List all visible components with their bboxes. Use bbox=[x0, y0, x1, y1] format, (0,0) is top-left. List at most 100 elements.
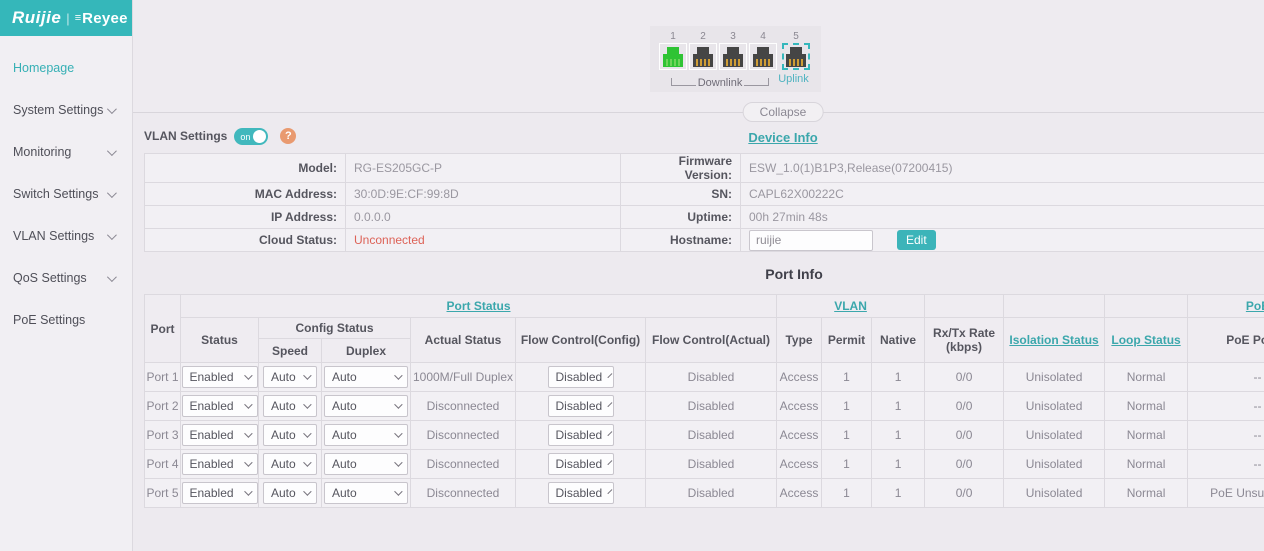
port-icons-row bbox=[659, 43, 812, 70]
sn-label: SN: bbox=[621, 183, 741, 206]
speed-select[interactable]: Auto bbox=[263, 482, 317, 504]
port-info-title-row: Port Info bbox=[144, 266, 1264, 284]
port-label: Port 2 bbox=[145, 392, 181, 421]
flow-control-actual: Disabled bbox=[646, 363, 777, 392]
hostname-input[interactable] bbox=[749, 230, 873, 251]
chevron-down-icon bbox=[608, 402, 613, 407]
vlan-link[interactable]: VLAN bbox=[834, 299, 867, 313]
poe-power: -- bbox=[1188, 450, 1264, 479]
vlan-settings-label: VLAN Settings bbox=[144, 129, 227, 143]
loop-status-link[interactable]: Loop Status bbox=[1111, 333, 1180, 347]
select-value: Disabled bbox=[556, 457, 603, 471]
speed-select[interactable]: Auto bbox=[263, 453, 317, 475]
chevron-down-icon bbox=[608, 431, 613, 436]
port-1-connected-icon[interactable] bbox=[659, 43, 687, 70]
actual-status: Disconnected bbox=[411, 392, 516, 421]
chevron-down-icon bbox=[394, 429, 402, 437]
cloud-status-label: Cloud Status: bbox=[145, 229, 346, 252]
flow-control-actual: Disabled bbox=[646, 450, 777, 479]
vlan-type: Access bbox=[777, 450, 822, 479]
poe-power: -- bbox=[1188, 363, 1264, 392]
port-number: 5 bbox=[782, 31, 810, 42]
flow-control-select[interactable]: Disabled bbox=[548, 424, 614, 446]
chevron-down-icon bbox=[303, 487, 311, 495]
status-select[interactable]: Enabled bbox=[182, 395, 258, 417]
sidebar-item-system-settings[interactable]: System Settings bbox=[0, 100, 132, 120]
flow-control-select[interactable]: Disabled bbox=[548, 453, 614, 475]
select-value: Auto bbox=[271, 486, 296, 500]
empty-header-cell bbox=[925, 295, 1004, 318]
speed-select[interactable]: Auto bbox=[263, 424, 317, 446]
sidebar-item-qos-settings[interactable]: QoS Settings bbox=[0, 268, 132, 288]
sidebar-item-label: Monitoring bbox=[13, 145, 71, 159]
port-3-icon[interactable] bbox=[719, 43, 747, 70]
collapse-button[interactable]: Collapse bbox=[743, 102, 824, 122]
port-2-icon[interactable] bbox=[689, 43, 717, 70]
col-config-status: Config Status bbox=[259, 318, 411, 339]
table-row: MAC Address: 30:0D:9E:CF:99:8D SN: CAPL6… bbox=[145, 183, 1264, 206]
port-5-uplink-icon[interactable] bbox=[782, 43, 810, 70]
flow-control-select[interactable]: Disabled bbox=[548, 482, 614, 504]
status-select[interactable]: Enabled bbox=[182, 453, 258, 475]
select-value: Auto bbox=[332, 399, 357, 413]
port-number: 1 bbox=[659, 31, 687, 42]
rx-tx-rate: 0/0 bbox=[925, 421, 1004, 450]
duplex-select[interactable]: Auto bbox=[324, 395, 408, 417]
flow-control-select[interactable]: Disabled bbox=[548, 366, 614, 388]
sidebar-item-label: Homepage bbox=[13, 61, 74, 75]
device-info-link[interactable]: Device Info bbox=[748, 130, 817, 145]
col-native: Native bbox=[872, 318, 925, 363]
toggle-on-label: on bbox=[240, 132, 250, 142]
port-4-icon[interactable] bbox=[749, 43, 777, 70]
sidebar-item-switch-settings[interactable]: Switch Settings bbox=[0, 184, 132, 204]
port-status-link[interactable]: Port Status bbox=[447, 299, 511, 313]
port-number: 4 bbox=[749, 31, 777, 42]
firmware-label: Firmware Version: bbox=[621, 154, 741, 183]
select-value: Enabled bbox=[190, 486, 234, 500]
port-info-title: Port Info bbox=[765, 266, 823, 282]
duplex-select[interactable]: Auto bbox=[324, 366, 408, 388]
duplex-select[interactable]: Auto bbox=[324, 453, 408, 475]
uptime-label: Uptime: bbox=[621, 206, 741, 229]
loop-status: Normal bbox=[1105, 392, 1188, 421]
flow-control-select[interactable]: Disabled bbox=[548, 395, 614, 417]
sidebar-item-label: System Settings bbox=[13, 103, 103, 117]
poe-link[interactable]: PoE bbox=[1246, 299, 1264, 313]
vlan-settings-toggle[interactable]: on bbox=[234, 128, 268, 145]
select-value: Disabled bbox=[556, 486, 603, 500]
rx-tx-rate: 0/0 bbox=[925, 479, 1004, 508]
col-duplex: Duplex bbox=[322, 339, 411, 363]
speed-select[interactable]: Auto bbox=[263, 366, 317, 388]
sidebar-item-monitoring[interactable]: Monitoring bbox=[0, 142, 132, 162]
bracket-line bbox=[744, 78, 769, 86]
col-flow-control-actual: Flow Control(Actual) bbox=[646, 318, 777, 363]
cloud-status-value: Unconnected bbox=[346, 229, 621, 252]
select-value: Disabled bbox=[556, 399, 603, 413]
chevron-down-icon bbox=[107, 272, 117, 282]
table-row: Model: RG-ES205GC-P Firmware Version: ES… bbox=[145, 154, 1264, 183]
logo-divider: | bbox=[66, 11, 69, 26]
col-rate: Rx/Tx Rate (kbps) bbox=[925, 318, 1004, 363]
rx-tx-rate: 0/0 bbox=[925, 392, 1004, 421]
sidebar-item-vlan-settings[interactable]: VLAN Settings bbox=[0, 226, 132, 246]
isolation-status-link[interactable]: Isolation Status bbox=[1009, 333, 1098, 347]
hostname-row: Edit bbox=[749, 230, 1264, 251]
status-select[interactable]: Enabled bbox=[182, 482, 258, 504]
status-select[interactable]: Enabled bbox=[182, 366, 258, 388]
help-icon[interactable]: ? bbox=[280, 128, 296, 144]
edit-hostname-button[interactable]: Edit bbox=[897, 230, 936, 250]
port-label: Port 4 bbox=[145, 450, 181, 479]
isolation-status: Unisolated bbox=[1004, 479, 1105, 508]
content-area: VLAN Settings on ? Device Info Model: RG… bbox=[133, 113, 1264, 508]
firmware-value: ESW_1.0(1)B1P3,Release(07200415) bbox=[741, 154, 1264, 183]
duplex-select[interactable]: Auto bbox=[324, 424, 408, 446]
duplex-select[interactable]: Auto bbox=[324, 482, 408, 504]
select-value: Auto bbox=[332, 370, 357, 384]
speed-select[interactable]: Auto bbox=[263, 395, 317, 417]
flow-control-actual: Disabled bbox=[646, 421, 777, 450]
sidebar-item-poe-settings[interactable]: PoE Settings bbox=[0, 310, 132, 330]
status-select[interactable]: Enabled bbox=[182, 424, 258, 446]
mac-value: 30:0D:9E:CF:99:8D bbox=[346, 183, 621, 206]
chevron-down-icon bbox=[107, 104, 117, 114]
sidebar-item-homepage[interactable]: Homepage bbox=[0, 58, 132, 78]
